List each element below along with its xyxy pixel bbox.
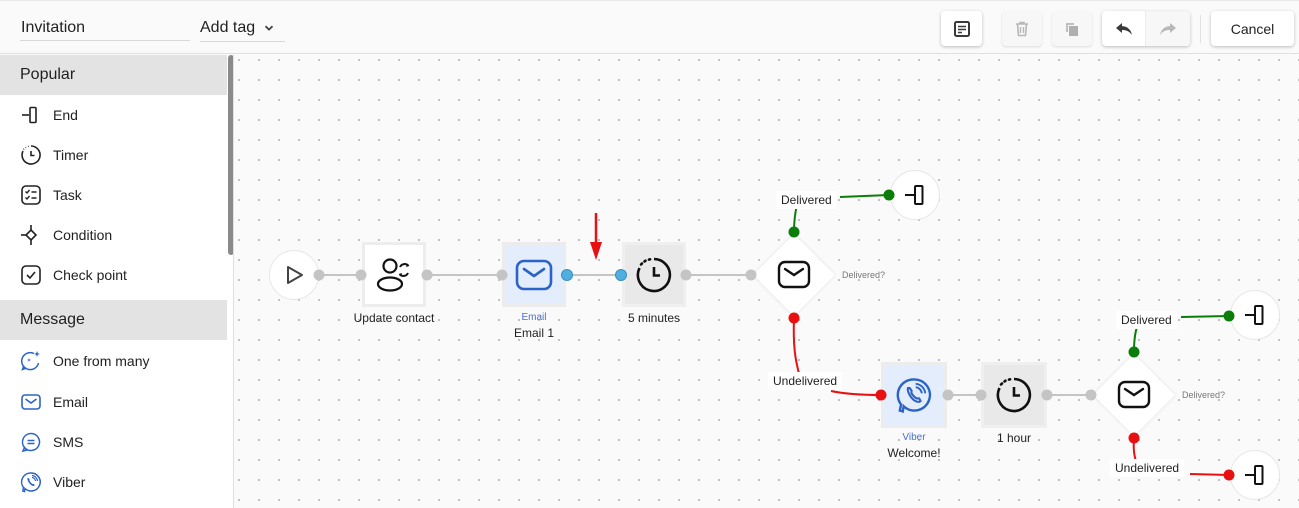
viber-node-type: Viber bbox=[902, 432, 926, 443]
delivered-edge-label: Delivered bbox=[776, 191, 837, 209]
note-icon bbox=[953, 20, 970, 37]
palette-item-label: Task bbox=[53, 187, 82, 203]
undelivered-edge-label: Undelivered bbox=[768, 372, 843, 390]
condition-icon bbox=[21, 225, 38, 245]
email-node-type: Email bbox=[521, 312, 547, 323]
add-tag-select[interactable]: Add tag bbox=[200, 15, 285, 42]
sms-icon bbox=[21, 432, 41, 453]
node-palette-sidebar: Popular End Timer Task Condition Check p… bbox=[0, 55, 234, 508]
viber-node[interactable] bbox=[881, 362, 947, 428]
palette-item-check-point[interactable]: Check point bbox=[0, 255, 233, 295]
palette-item-sms[interactable]: SMS bbox=[0, 422, 233, 462]
email-icon bbox=[21, 394, 41, 410]
palette-item-label: Viber bbox=[53, 474, 86, 490]
palette-item-email[interactable]: Email bbox=[0, 382, 233, 422]
edge-undelivered-1b[interactable] bbox=[830, 390, 882, 396]
section-header-message: Message bbox=[0, 300, 227, 340]
cancel-button[interactable]: Cancel bbox=[1211, 11, 1294, 46]
timer-icon bbox=[636, 257, 672, 292]
redo-icon bbox=[1160, 22, 1176, 35]
palette-item-one-from-many[interactable]: One from many bbox=[0, 340, 233, 382]
timer-node[interactable] bbox=[622, 242, 686, 307]
condition-2-label: Delivered? bbox=[1182, 390, 1226, 400]
add-tag-label: Add tag bbox=[200, 19, 256, 36]
palette-item-label: Condition bbox=[53, 227, 113, 243]
copy-icon bbox=[1066, 22, 1078, 36]
palette-item-condition[interactable]: Condition bbox=[0, 215, 233, 255]
play-icon bbox=[287, 266, 303, 284]
viber-icon bbox=[896, 378, 932, 413]
update-contact-node[interactable] bbox=[362, 242, 426, 307]
palette-item-label: SMS bbox=[53, 434, 84, 450]
start-node[interactable] bbox=[269, 250, 319, 300]
end-icon bbox=[1245, 465, 1264, 485]
chevron-down-icon bbox=[265, 25, 274, 31]
email-icon bbox=[515, 259, 553, 290]
user-sync-icon bbox=[376, 257, 410, 292]
edge-delivered-2b[interactable] bbox=[1180, 315, 1230, 318]
redo-button[interactable] bbox=[1146, 11, 1190, 46]
timer-icon bbox=[21, 145, 41, 165]
undo-icon bbox=[1115, 22, 1132, 35]
copy-button[interactable] bbox=[1052, 11, 1092, 46]
email-node[interactable] bbox=[502, 242, 566, 307]
viber-icon bbox=[20, 472, 41, 493]
end-node[interactable] bbox=[890, 170, 940, 220]
viber-node-label: Welcome! bbox=[887, 446, 941, 460]
condition-label: Delivered? bbox=[842, 270, 886, 280]
end-icon bbox=[905, 185, 924, 205]
undelivered-edge-label-2: Undelivered bbox=[1110, 459, 1185, 477]
edge-delivered-2[interactable] bbox=[1133, 326, 1138, 353]
palette-item-label: Email bbox=[53, 394, 89, 410]
sidebar-scrollbar[interactable] bbox=[228, 55, 233, 255]
timer-node-2-label: 1 hour bbox=[996, 431, 1032, 445]
palette-item-timer[interactable]: Timer bbox=[0, 135, 233, 175]
note-button[interactable] bbox=[941, 11, 982, 46]
timer-node-2[interactable] bbox=[981, 362, 1047, 428]
trash-icon bbox=[1016, 21, 1028, 36]
end-icon bbox=[22, 106, 37, 124]
delete-button[interactable] bbox=[1002, 11, 1042, 46]
edge-delivered-1[interactable] bbox=[793, 204, 798, 233]
palette-item-label: Timer bbox=[53, 147, 89, 163]
history-button-group bbox=[1102, 11, 1190, 46]
palette-item-task[interactable]: Task bbox=[0, 175, 233, 215]
update-contact-label: Update contact bbox=[353, 311, 435, 325]
flow-canvas[interactable]: Update contact Email Email 1 5 minutes D… bbox=[235, 55, 1299, 508]
palette-item-label: Check point bbox=[53, 267, 127, 283]
edge-undelivered-1[interactable] bbox=[792, 317, 801, 378]
timer-icon bbox=[996, 377, 1032, 413]
end-icon bbox=[1245, 305, 1264, 325]
edge-undelivered-2b[interactable] bbox=[1189, 473, 1230, 476]
end-node-3[interactable] bbox=[1230, 450, 1280, 500]
delivered-edge-label-2: Delivered bbox=[1116, 311, 1177, 329]
indicator-arrow-head bbox=[590, 242, 602, 260]
palette-item-end[interactable]: End bbox=[0, 95, 233, 135]
sparkle-chat-icon bbox=[21, 351, 40, 371]
email-node-label: Email 1 bbox=[513, 326, 555, 340]
checkpoint-icon bbox=[21, 265, 41, 285]
palette-item-viber[interactable]: Viber bbox=[0, 462, 233, 502]
palette-item-label: End bbox=[53, 107, 78, 123]
toolbar-divider bbox=[1200, 15, 1201, 43]
header-bar: Add tag Cancel bbox=[0, 0, 1299, 54]
email-icon bbox=[1117, 380, 1151, 409]
section-header-popular: Popular bbox=[0, 55, 227, 95]
email-icon bbox=[777, 260, 811, 289]
end-node-2[interactable] bbox=[1230, 290, 1280, 340]
flow-title-input[interactable] bbox=[20, 15, 190, 41]
cancel-label: Cancel bbox=[1230, 20, 1275, 37]
timer-node-label: 5 minutes bbox=[627, 311, 681, 325]
task-icon bbox=[21, 185, 41, 205]
edge-delivered-1b[interactable] bbox=[839, 194, 890, 198]
palette-item-label: One from many bbox=[53, 353, 150, 369]
undo-button[interactable] bbox=[1102, 11, 1146, 46]
